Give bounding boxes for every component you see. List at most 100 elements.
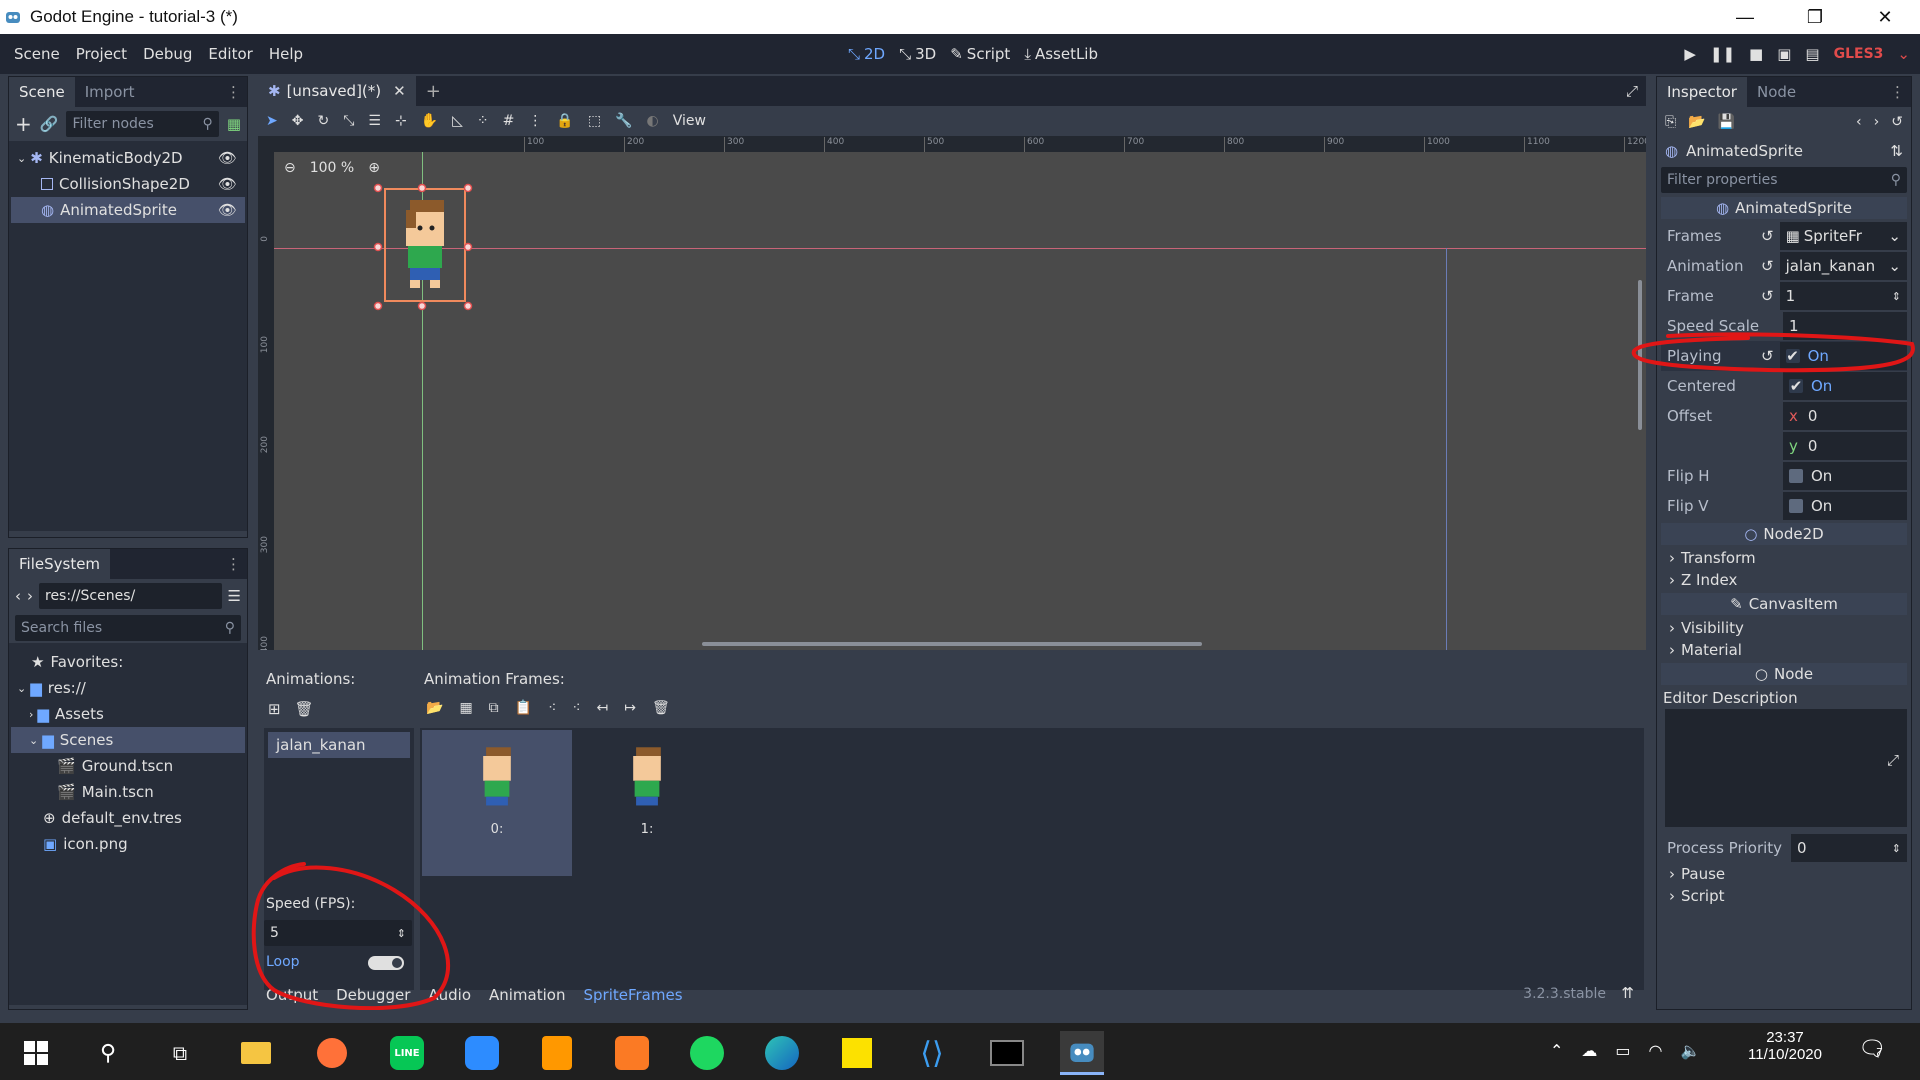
visibility-eye-icon[interactable]: 👁: [218, 175, 237, 193]
edge-icon[interactable]: [760, 1031, 804, 1075]
play-custom-scene-icon[interactable]: ▤: [1805, 45, 1819, 63]
fs-file-ground[interactable]: 🎬 Ground.tscn: [11, 753, 245, 779]
terminal-icon[interactable]: [985, 1031, 1029, 1075]
camera-icon[interactable]: ◐: [647, 113, 659, 129]
fs-file-default-env[interactable]: ⊕ default_env.tres: [11, 805, 245, 831]
ruler-mode-icon[interactable]: ◺: [452, 113, 463, 129]
mode-2d-button[interactable]: ⤡ 2D: [848, 45, 885, 63]
snap-options-icon[interactable]: ⋮: [528, 113, 542, 129]
list-select-icon[interactable]: ☰: [368, 113, 381, 129]
search-files-input[interactable]: Search files ⚲: [15, 615, 241, 641]
frame-thumb-1[interactable]: 1:: [572, 730, 722, 876]
chevron-up-icon[interactable]: ⌃: [1550, 1041, 1563, 1060]
mode-3d-button[interactable]: ⤡ 3D: [899, 45, 936, 63]
process-priority-field[interactable]: 0 ⇕: [1791, 834, 1907, 862]
fs-file-main[interactable]: 🎬 Main.tscn: [11, 779, 245, 805]
menu-editor[interactable]: Editor: [200, 45, 260, 63]
distraction-free-icon[interactable]: ⤢: [1626, 82, 1638, 100]
spritesheet-icon[interactable]: ▦: [459, 700, 472, 716]
notification-center-icon[interactable]: 🗨7: [1858, 1037, 1886, 1062]
play-icon[interactable]: ▶: [1684, 45, 1696, 63]
split-view-icon[interactable]: ☰: [228, 587, 241, 605]
menu-help[interactable]: Help: [261, 45, 311, 63]
menu-scene[interactable]: Scene: [6, 45, 68, 63]
save-resource-icon[interactable]: 💾: [1718, 114, 1735, 130]
new-tab-icon[interactable]: +: [426, 81, 441, 102]
revert-icon[interactable]: ↺: [1761, 227, 1774, 245]
fs-folder-assets[interactable]: › ▆ Assets: [11, 701, 245, 727]
vscode-icon[interactable]: ⟨⟩: [910, 1031, 954, 1075]
add-node-icon[interactable]: +: [15, 112, 32, 136]
tab-inspector[interactable]: Inspector: [1657, 77, 1747, 107]
animation-select[interactable]: jalan_kanan ⌄: [1779, 252, 1907, 280]
firefox-icon[interactable]: [310, 1031, 354, 1075]
object-properties-icon[interactable]: ⇅: [1890, 142, 1903, 160]
wifi-icon[interactable]: ◠: [1649, 1041, 1663, 1060]
paste-icon[interactable]: 📋: [515, 700, 532, 716]
dock-menu-icon[interactable]: ⋮: [226, 555, 241, 573]
menu-debug[interactable]: Debug: [135, 45, 200, 63]
group-material[interactable]: › Material: [1661, 639, 1907, 661]
group-icon[interactable]: ⬚: [588, 113, 601, 129]
scale-mode-icon[interactable]: ⤡: [343, 113, 354, 129]
offset-y-field[interactable]: y0: [1783, 432, 1907, 460]
revert-icon[interactable]: ↺: [1761, 257, 1774, 275]
fs-res-root[interactable]: ⌄ ▆ res://: [11, 675, 245, 701]
zoom-in-icon[interactable]: ⊕: [368, 160, 380, 176]
group-transform[interactable]: › Transform: [1661, 547, 1907, 569]
path-field[interactable]: res://Scenes/: [39, 583, 222, 609]
close-button[interactable]: ✕: [1850, 0, 1920, 34]
zoom-out-icon[interactable]: ⊖: [284, 160, 296, 176]
sticky-notes-icon[interactable]: [835, 1031, 879, 1075]
tab-filesystem[interactable]: FileSystem: [9, 549, 111, 579]
maximize-button[interactable]: ❐: [1780, 0, 1850, 34]
view-menu[interactable]: View: [673, 113, 706, 129]
tree-node-animatedsprite[interactable]: ◍ AnimatedSprite 👁: [11, 197, 245, 223]
insert-after-icon[interactable]: ⁖: [572, 700, 580, 716]
search-icon[interactable]: ⚲: [86, 1031, 130, 1075]
zoom-level[interactable]: 100 %: [310, 160, 354, 176]
history-icon[interactable]: ↺: [1891, 114, 1903, 130]
file-explorer-icon[interactable]: [234, 1031, 278, 1075]
skeleton-icon[interactable]: 🔧: [615, 113, 632, 129]
group-pause[interactable]: › Pause: [1661, 863, 1907, 885]
select-mode-icon[interactable]: ➤: [266, 113, 278, 129]
rotate-mode-icon[interactable]: ↻: [317, 113, 329, 129]
lock-icon[interactable]: 🔒: [556, 113, 573, 129]
renderer-select[interactable]: GLES3: [1834, 46, 1884, 62]
group-zindex[interactable]: › Z Index: [1661, 569, 1907, 591]
onedrive-icon[interactable]: ☁: [1581, 1041, 1597, 1060]
mode-script-button[interactable]: ✎ Script: [950, 45, 1010, 63]
revert-icon[interactable]: ↺: [1761, 287, 1774, 305]
tab-node[interactable]: Node: [1747, 77, 1806, 107]
tab-import[interactable]: Import: [75, 77, 145, 107]
pin-icon[interactable]: ⇈: [1621, 984, 1634, 1002]
pan-mode-icon[interactable]: ✋: [421, 113, 438, 129]
zoom-icon[interactable]: [460, 1031, 504, 1075]
link-icon[interactable]: 🔗: [40, 115, 59, 133]
history-back-icon[interactable]: ‹: [1856, 114, 1862, 130]
play-scene-icon[interactable]: ▣: [1777, 45, 1791, 63]
sublime-icon[interactable]: [535, 1031, 579, 1075]
frames-resource-picker[interactable]: ▦ SpriteFr ⌄: [1779, 222, 1907, 250]
move-left-icon[interactable]: ↤: [597, 700, 609, 716]
line-icon[interactable]: LINE: [385, 1031, 429, 1075]
group-visibility[interactable]: › Visibility: [1661, 617, 1907, 639]
insert-before-icon[interactable]: ⁖: [548, 700, 556, 716]
xampp-icon[interactable]: [610, 1031, 654, 1075]
frame-spinbox[interactable]: 1 ⇕: [1779, 282, 1907, 310]
back-icon[interactable]: ‹: [15, 587, 21, 605]
visibility-eye-icon[interactable]: 👁: [218, 201, 237, 219]
visibility-eye-icon[interactable]: 👁: [218, 149, 237, 167]
forward-icon[interactable]: ›: [27, 587, 33, 605]
attach-script-icon[interactable]: ▦: [227, 115, 241, 133]
tab-animation[interactable]: Animation: [489, 986, 565, 1004]
delete-frame-icon[interactable]: 🗑: [652, 700, 670, 716]
history-forward-icon[interactable]: ›: [1874, 114, 1880, 130]
flip-h-checkbox[interactable]: On: [1783, 462, 1907, 490]
mode-assetlib-button[interactable]: ⤓ AssetLib: [1024, 45, 1098, 63]
stop-icon[interactable]: ■: [1749, 45, 1763, 63]
menu-project[interactable]: Project: [68, 45, 135, 63]
fs-file-icon-png[interactable]: ▣ icon.png: [11, 831, 245, 857]
offset-x-field[interactable]: x0: [1783, 402, 1907, 430]
